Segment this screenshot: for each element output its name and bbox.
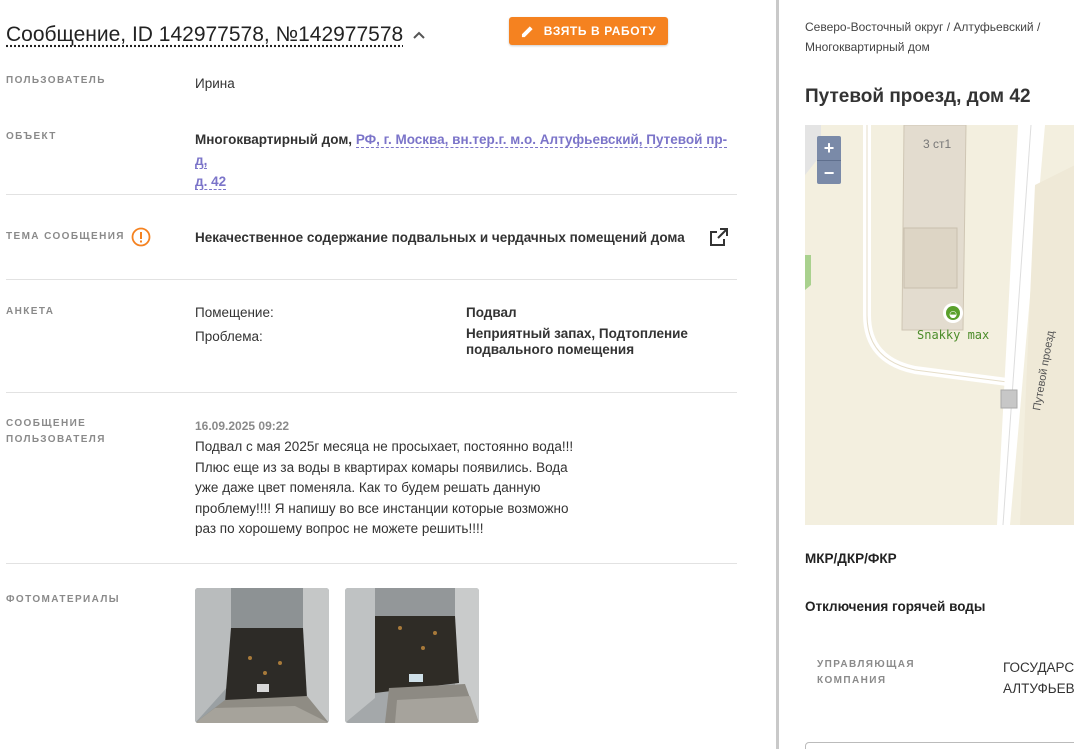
message-line: проблему!!!! Я напишу во все инстанции к… xyxy=(195,500,569,516)
message-title[interactable]: Сообщение, ID 142977578, №142977578 xyxy=(6,23,403,47)
breadcrumb-line[interactable]: Многоквартирный дом xyxy=(805,37,1070,57)
divider xyxy=(6,194,737,195)
message-line: уже даже цвет поменяла. Как то будем реш… xyxy=(195,480,541,495)
hot-water-heading: Отключения горячей воды xyxy=(805,599,986,614)
divider xyxy=(6,563,737,564)
survey-value-room: Подвал xyxy=(466,305,517,320)
user-value: Ирина xyxy=(195,76,235,91)
survey-label: АНКЕТА xyxy=(6,306,55,317)
title-row: Сообщение, ID 142977578, №142977578 xyxy=(6,20,427,50)
take-to-work-label: ВЗЯТЬ В РАБОТУ xyxy=(543,24,657,38)
divider xyxy=(6,279,737,280)
message-line: Подвал с мая 2025г месяца не просыхает, … xyxy=(195,439,574,454)
map-zoom-control: + − xyxy=(817,136,841,184)
take-to-work-button[interactable]: ВЗЯТЬ В РАБОТУ xyxy=(509,17,668,45)
divider xyxy=(6,392,737,393)
management-value-line1: ГОСУДАРСТ xyxy=(1003,660,1074,675)
object-label: ОБЪЕКТ xyxy=(6,131,57,142)
map-building-label: 3 ст1 xyxy=(923,137,952,151)
bottom-field[interactable] xyxy=(805,742,1074,749)
survey-key-room: Помещение: xyxy=(195,305,274,320)
photo-thumbnail[interactable] xyxy=(345,588,479,723)
message-label-line1: СООБЩЕНИЕ xyxy=(6,418,87,429)
topic-label: ТЕМА СООБЩЕНИЯ xyxy=(6,231,125,242)
message-details-pane: Сообщение, ID 142977578, №142977578 ВЗЯТ… xyxy=(0,0,776,749)
zoom-in-button[interactable]: + xyxy=(817,136,841,160)
management-value-line2: АЛТУФЬЕВ xyxy=(1003,681,1074,696)
open-external-icon[interactable] xyxy=(708,226,730,248)
management-label: УПРАВЛЯЮЩАЯ КОМПАНИЯ xyxy=(817,657,915,689)
breadcrumb-line[interactable]: Северо-Восточный округ / Алтуфьевский / xyxy=(805,17,1070,37)
topic-value: Некачественное содержание подвальных и ч… xyxy=(195,230,685,245)
survey-value-problem-line2: подвального помещения xyxy=(466,342,635,357)
message-text: Подвал с мая 2025г месяца не просыхает, … xyxy=(195,437,595,540)
message-date: 16.09.2025 09:22 xyxy=(195,419,290,433)
object-address-link-2[interactable]: д. 42 xyxy=(195,174,227,190)
survey-value-problem: Неприятный запах, Подтопление подвальног… xyxy=(466,326,688,358)
message-label-line2: ПОЛЬЗОВАТЕЛЯ xyxy=(6,434,106,445)
pencil-icon xyxy=(521,25,533,37)
message-label: СООБЩЕНИЕ ПОЛЬЗОВАТЕЛЯ xyxy=(6,416,106,448)
map-poi-label[interactable]: Snakky max xyxy=(917,328,989,342)
program-heading: МКР/ДКР/ФКР xyxy=(805,551,897,566)
map-canvas[interactable]: ◒ 3 ст1 Snakky max Путевой проезд xyxy=(805,125,1074,525)
object-type: Многоквартирный дом, xyxy=(195,132,353,147)
user-label: ПОЛЬЗОВАТЕЛЬ xyxy=(6,75,106,86)
object-value: Многоквартирный дом, РФ, г. Москва, вн.т… xyxy=(195,129,735,192)
message-line: раз по хорошему вопрос не можете решить!… xyxy=(195,521,484,536)
management-label-line2: КОМПАНИЯ xyxy=(817,675,887,686)
zoom-out-button[interactable]: − xyxy=(817,160,841,184)
message-line: Плюс еще из за воды в квартирах комары п… xyxy=(195,459,568,475)
management-label-line1: УПРАВЛЯЮЩАЯ xyxy=(817,659,915,670)
chevron-up-icon[interactable] xyxy=(411,27,427,43)
warning-icon[interactable] xyxy=(131,227,151,247)
object-info-pane: Северо-Восточный округ / Алтуфьевский / … xyxy=(779,0,1074,749)
address-title: Путевой проезд, дом 42 xyxy=(805,86,1031,107)
map[interactable]: ◒ 3 ст1 Snakky max Путевой проезд + − xyxy=(805,125,1074,525)
management-value: ГОСУДАРСТ АЛТУФЬЕВ xyxy=(1003,657,1074,699)
survey-value-problem-line1: Неприятный запах, Подтопление xyxy=(466,326,688,341)
svg-text:◒: ◒ xyxy=(949,310,957,320)
photos-label: ФОТОМАТЕРИАЛЫ xyxy=(6,594,120,605)
photo-thumbnail[interactable] xyxy=(195,588,329,723)
breadcrumb: Северо-Восточный округ / Алтуфьевский / … xyxy=(805,17,1070,57)
survey-key-problem: Проблема: xyxy=(195,329,263,344)
